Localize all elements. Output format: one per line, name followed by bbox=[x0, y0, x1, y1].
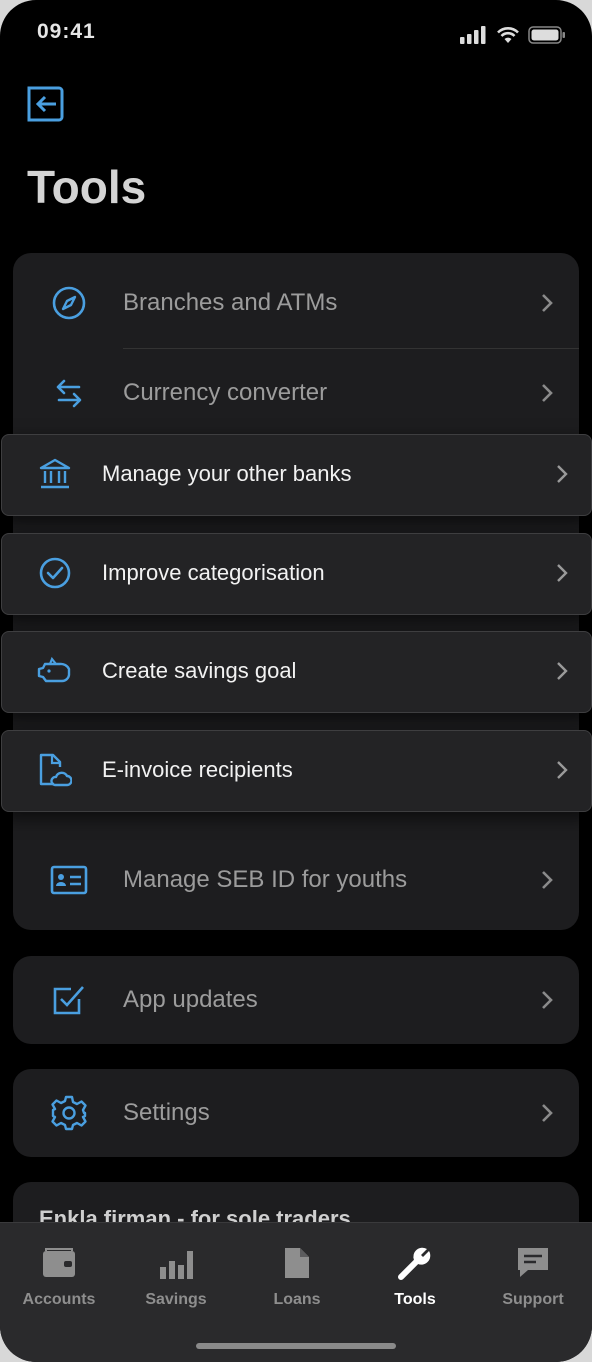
tab-label: Support bbox=[502, 1291, 564, 1308]
tab-accounts[interactable]: Accounts bbox=[4, 1245, 114, 1309]
document-icon bbox=[279, 1245, 315, 1281]
piggy-bank-icon bbox=[36, 652, 74, 690]
row-manage-seb-id[interactable]: Manage SEB ID for youths bbox=[13, 835, 579, 925]
chevron-right-icon bbox=[557, 465, 568, 483]
page-title: Tools bbox=[27, 161, 147, 213]
row-label: E-invoice recipients bbox=[102, 757, 293, 782]
row-create-savings-goal[interactable]: Create savings goal bbox=[1, 631, 592, 713]
tab-savings[interactable]: Savings bbox=[121, 1245, 231, 1309]
row-label: Branches and ATMs bbox=[123, 289, 338, 316]
chevron-right-icon bbox=[542, 871, 553, 889]
tab-loans[interactable]: Loans bbox=[242, 1245, 352, 1309]
wifi-icon bbox=[497, 27, 519, 43]
checkbox-icon bbox=[50, 981, 88, 1019]
chevron-right-icon bbox=[557, 761, 568, 779]
row-manage-other-banks[interactable]: Manage your other banks bbox=[1, 434, 592, 516]
chevron-right-icon bbox=[542, 991, 553, 1009]
row-improve-categorisation[interactable]: Improve categorisation bbox=[1, 533, 592, 615]
chevron-right-icon bbox=[542, 384, 553, 402]
row-settings[interactable]: Settings bbox=[13, 1069, 579, 1157]
compass-icon bbox=[50, 284, 88, 322]
tab-label: Accounts bbox=[22, 1291, 96, 1308]
swap-arrows-icon bbox=[50, 374, 88, 412]
id-card-icon bbox=[50, 861, 88, 899]
wrench-icon bbox=[397, 1245, 433, 1281]
exit-icon bbox=[27, 86, 64, 122]
bar-chart-icon bbox=[158, 1245, 194, 1281]
row-e-invoice-recipients[interactable]: E-invoice recipients bbox=[1, 730, 592, 812]
row-branches-atms[interactable]: Branches and ATMs bbox=[13, 258, 579, 348]
row-currency-converter[interactable]: Currency converter bbox=[13, 348, 579, 438]
row-label: Settings bbox=[123, 1099, 210, 1126]
row-label: Improve categorisation bbox=[102, 560, 325, 585]
phone-screen: 09:41 Tools Branches and ATMs Currency c… bbox=[0, 0, 592, 1362]
tools-card-settings: Settings bbox=[13, 1069, 579, 1157]
tab-label: Savings bbox=[145, 1291, 207, 1308]
chevron-right-icon bbox=[542, 294, 553, 312]
status-time: 09:41 bbox=[37, 20, 96, 43]
chevron-right-icon bbox=[542, 1104, 553, 1122]
row-app-updates[interactable]: App updates bbox=[13, 956, 579, 1044]
tools-card-app-updates: App updates bbox=[13, 956, 579, 1044]
row-label: Manage SEB ID for youths bbox=[123, 866, 408, 893]
tab-label: Tools bbox=[394, 1291, 436, 1308]
chevron-right-icon bbox=[557, 564, 568, 582]
gear-icon bbox=[50, 1094, 88, 1132]
document-cloud-icon bbox=[36, 751, 74, 789]
status-bar: 09:41 bbox=[0, 0, 592, 70]
row-label: Manage your other banks bbox=[102, 461, 352, 486]
signal-icon bbox=[460, 26, 486, 44]
tab-bar: Accounts Savings Loans Tools Support bbox=[0, 1222, 592, 1362]
row-label: App updates bbox=[123, 986, 258, 1013]
tab-support[interactable]: Support bbox=[478, 1245, 588, 1309]
chevron-right-icon bbox=[557, 662, 568, 680]
back-button[interactable] bbox=[26, 84, 66, 124]
wallet-icon bbox=[41, 1245, 77, 1281]
status-icons bbox=[460, 26, 566, 44]
battery-icon bbox=[528, 26, 565, 44]
bank-icon bbox=[36, 455, 74, 493]
tab-label: Loans bbox=[273, 1291, 321, 1308]
tab-tools[interactable]: Tools bbox=[360, 1245, 470, 1309]
chat-icon bbox=[515, 1245, 551, 1281]
row-label: Currency converter bbox=[123, 379, 328, 406]
home-indicator[interactable] bbox=[196, 1343, 396, 1349]
row-label: Create savings goal bbox=[102, 658, 297, 683]
check-circle-icon bbox=[36, 554, 74, 592]
